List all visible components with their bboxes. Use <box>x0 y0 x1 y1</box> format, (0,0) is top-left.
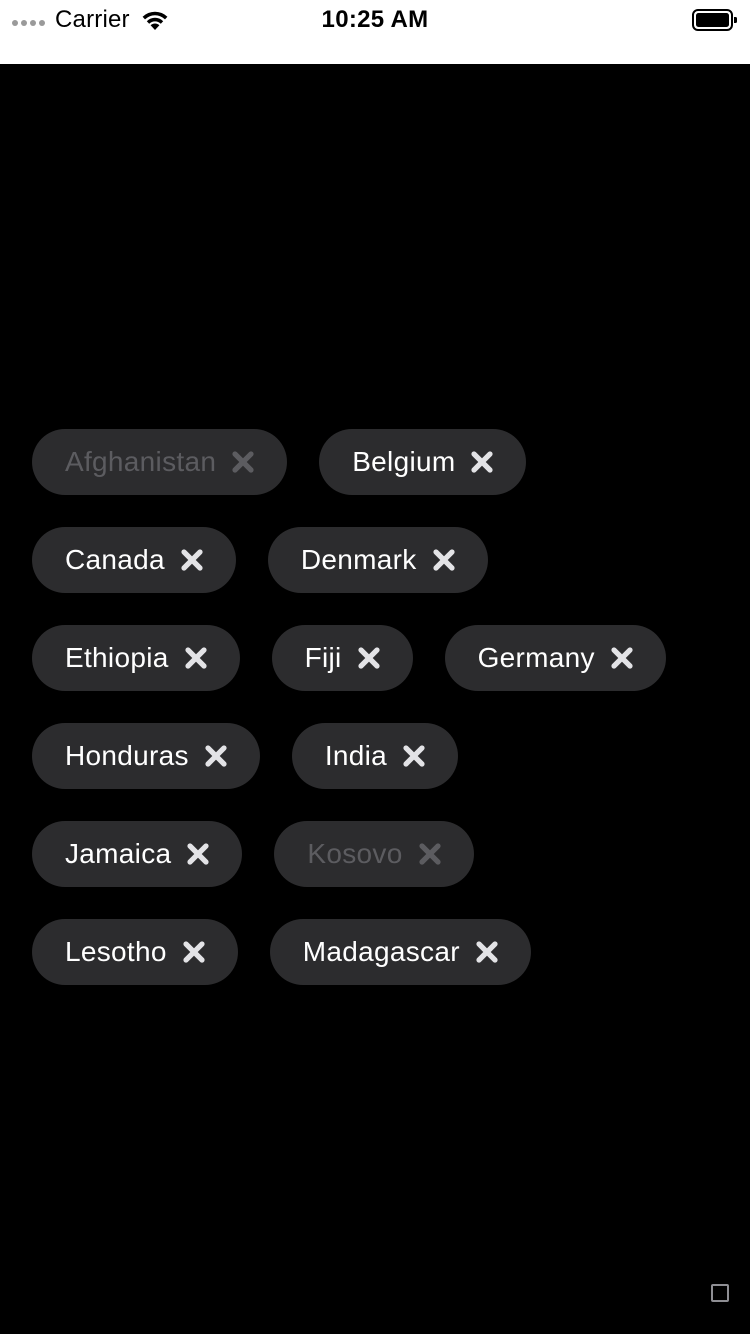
close-icon[interactable] <box>186 842 210 866</box>
chip-label: Ethiopia <box>65 642 169 673</box>
chip-row: Canada Denmark <box>32 527 718 593</box>
country-chip-honduras[interactable]: Honduras <box>32 723 260 789</box>
country-chip-fiji[interactable]: Fiji <box>271 625 413 691</box>
chip-row: Ethiopia Fiji Germany <box>32 625 718 691</box>
chip-label: Germany <box>477 642 595 673</box>
chip-label: Lesotho <box>65 936 167 967</box>
status-bar: Carrier 10:25 AM <box>0 0 750 64</box>
chip-label: Canada <box>65 544 165 575</box>
close-icon[interactable] <box>402 744 426 768</box>
close-icon <box>418 843 441 865</box>
chip-label: Fiji <box>304 642 342 673</box>
close-icon[interactable] <box>180 548 204 572</box>
close-icon[interactable] <box>432 548 456 572</box>
close-icon[interactable] <box>357 646 381 670</box>
chip-label: Afghanistan <box>65 446 217 477</box>
chip-row: Jamaica Kosovo <box>32 821 718 887</box>
chip-label: India <box>324 740 388 771</box>
chip-row: Honduras India <box>32 723 718 789</box>
country-chip-afghanistan: Afghanistan <box>32 429 288 495</box>
chip-label: Kosovo <box>307 838 403 869</box>
chip-label: Madagascar <box>302 936 460 967</box>
country-chip-belgium[interactable]: Belgium <box>319 429 527 495</box>
chip-row: Afghanistan Belgium <box>32 429 718 495</box>
country-chip-lesotho[interactable]: Lesotho <box>32 919 238 985</box>
close-icon[interactable] <box>475 940 499 964</box>
country-chip-jamaica[interactable]: Jamaica <box>32 821 243 887</box>
country-chip-kosovo: Kosovo <box>274 821 474 887</box>
chip-label: Belgium <box>352 446 456 477</box>
status-bar-time: 10:25 AM <box>321 6 429 33</box>
close-icon[interactable] <box>470 450 494 474</box>
close-icon[interactable] <box>204 744 228 768</box>
chip-label: Jamaica <box>65 838 172 869</box>
country-chip-denmark[interactable]: Denmark <box>267 527 488 593</box>
country-chip-india[interactable]: India <box>291 723 459 789</box>
close-icon <box>232 451 254 473</box>
close-icon[interactable] <box>610 646 634 670</box>
chip-label: Denmark <box>300 544 417 575</box>
country-chip-ethiopia[interactable]: Ethiopia <box>32 625 240 691</box>
close-icon[interactable] <box>184 646 208 670</box>
square-icon[interactable] <box>711 1284 729 1302</box>
country-chip-germany[interactable]: Germany <box>444 625 666 691</box>
chip-row: Lesotho Madagascar <box>32 919 718 985</box>
close-icon[interactable] <box>182 940 206 964</box>
battery-icon <box>692 9 737 31</box>
country-chip-list: Afghanistan Belgium Canada Denmark Ethiopia F… <box>32 429 718 985</box>
country-chip-madagascar[interactable]: Madagascar <box>269 919 531 985</box>
chip-label: Honduras <box>65 740 189 771</box>
country-chip-canada[interactable]: Canada <box>32 527 236 593</box>
